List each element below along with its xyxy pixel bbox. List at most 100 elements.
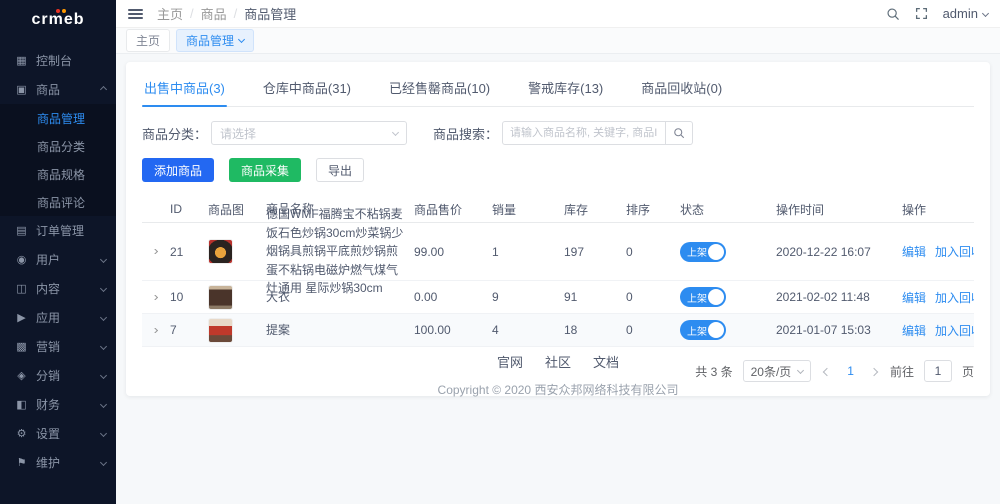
copyright-text: Copyright © 2020 西安众邦网络科技有限公司 [116, 381, 1000, 398]
app-icon: ▶ [14, 311, 29, 324]
search-icon [673, 127, 685, 139]
action-buttons: 添加商品 商品采集 导出 [142, 158, 974, 182]
cell-time: 2021-02-02 11:48 [772, 290, 898, 304]
status-toggle[interactable]: 上架 [680, 287, 726, 307]
maintenance-icon: ⚑ [14, 456, 29, 469]
sidebar-item-label: 控制台 [36, 52, 72, 69]
category-filter-label: 商品分类： [142, 124, 207, 143]
hamburger-menu-icon[interactable] [128, 7, 143, 21]
col-header-status: 状态 [676, 201, 772, 218]
sidebar-item-label: 商品管理 [37, 110, 85, 127]
breadcrumb-home[interactable]: 主页 [157, 4, 183, 23]
search-submit-button[interactable] [666, 121, 693, 145]
footer-links: 官网 社区 文档 [116, 352, 1000, 371]
main-content: 出售中商品(3) 仓库中商品(31) 已经售罄商品(10) 警戒库存(13) 商… [116, 54, 1000, 504]
finance-icon: ◧ [14, 398, 29, 411]
sidebar-item-distribution[interactable]: ◈ 分销 [0, 361, 116, 390]
add-goods-button[interactable]: 添加商品 [142, 158, 214, 182]
chevron-down-icon [100, 256, 107, 263]
cell-sort: 0 [622, 290, 676, 304]
sidebar-item-label: 内容 [36, 280, 60, 297]
sidebar-item-maintenance[interactable]: ⚑ 维护 [0, 448, 116, 477]
sidebar-item-dashboard[interactable]: ▦ 控制台 [0, 46, 116, 75]
table-row: 7 提案 100.00 4 18 0 上架 2021-01-07 15:03 编… [142, 314, 974, 347]
search-icon[interactable] [886, 7, 900, 21]
edit-link[interactable]: 编辑 [902, 289, 926, 306]
breadcrumb-separator: / [190, 6, 194, 21]
cell-stock: 197 [560, 245, 622, 259]
toggle-knob [708, 289, 724, 305]
expand-row-icon[interactable] [150, 249, 157, 254]
sidebar-item-label: 营销 [36, 338, 60, 355]
chevron-up-icon [100, 86, 107, 93]
status-toggle[interactable]: 上架 [680, 320, 726, 340]
expand-row-icon[interactable] [150, 295, 157, 300]
sidebar-item-label: 商品规格 [37, 166, 85, 183]
sidebar-item-finance[interactable]: ◧ 财务 [0, 390, 116, 419]
sidebar-menu: ▦ 控制台 ▣ 商品 商品管理 商品分类 商品规格 商品评论 ▤ 订单管理 ◉ … [0, 40, 116, 477]
sidebar-item-orders[interactable]: ▤ 订单管理 [0, 216, 116, 245]
cell-sort: 0 [622, 323, 676, 337]
cell-id: 21 [166, 245, 204, 259]
sidebar-item-label: 设置 [36, 425, 60, 442]
sidebar-item-label: 维护 [36, 454, 60, 471]
sidebar-item-goods-spec[interactable]: 商品规格 [0, 160, 116, 188]
footer-link-docs[interactable]: 文档 [593, 352, 619, 371]
breadcrumb-goods[interactable]: 商品 [201, 4, 227, 23]
content-icon: ◫ [14, 282, 29, 295]
col-header-stock: 库存 [560, 201, 622, 218]
cell-sort: 0 [622, 245, 676, 259]
recycle-link[interactable]: 加入回收站 [935, 322, 974, 339]
sidebar-item-content[interactable]: ◫ 内容 [0, 274, 116, 303]
export-button[interactable]: 导出 [316, 158, 364, 182]
footer-link-community[interactable]: 社区 [545, 352, 571, 371]
fullscreen-icon[interactable] [915, 7, 928, 20]
product-thumbnail[interactable] [208, 239, 233, 264]
sidebar-item-goods-manage[interactable]: 商品管理 [0, 104, 116, 132]
chevron-down-icon [100, 401, 107, 408]
tab-low-stock[interactable]: 警戒库存(13) [526, 74, 605, 106]
app-logo[interactable]: crmeb [0, 0, 116, 40]
goods-panel: 出售中商品(3) 仓库中商品(31) 已经售罄商品(10) 警戒库存(13) 商… [126, 62, 990, 396]
status-toggle[interactable]: 上架 [680, 242, 726, 262]
tab-on-sale[interactable]: 出售中商品(3) [142, 74, 227, 106]
chevron-down-icon [100, 343, 107, 350]
cell-price: 99.00 [410, 245, 488, 259]
chevron-down-icon [100, 314, 107, 321]
user-menu[interactable]: admin [943, 6, 988, 21]
sidebar-item-users[interactable]: ◉ 用户 [0, 245, 116, 274]
cell-stock: 18 [560, 323, 622, 337]
sidebar-item-marketing[interactable]: ▩ 营销 [0, 332, 116, 361]
tab-in-warehouse[interactable]: 仓库中商品(31) [261, 74, 353, 106]
sidebar: crmeb ▦ 控制台 ▣ 商品 商品管理 商品分类 商品规格 商品评论 ▤ 订… [0, 0, 116, 504]
cell-time: 2020-12-22 16:07 [772, 245, 898, 259]
recycle-link[interactable]: 加入回收站 [935, 243, 974, 260]
sidebar-item-goods-review[interactable]: 商品评论 [0, 188, 116, 216]
col-header-ops: 操作 [898, 201, 974, 218]
sidebar-item-goods[interactable]: ▣ 商品 [0, 75, 116, 104]
footer-link-official[interactable]: 官网 [497, 352, 523, 371]
sidebar-item-apps[interactable]: ▶ 应用 [0, 303, 116, 332]
logo-text: crmeb [31, 11, 84, 29]
chevron-down-icon [100, 285, 107, 292]
goods-search-input[interactable] [502, 121, 666, 145]
sidebar-item-settings[interactable]: ⚙ 设置 [0, 419, 116, 448]
product-thumbnail[interactable] [208, 318, 233, 343]
breadcrumb: 主页 / 商品 / 商品管理 [157, 4, 296, 23]
tab-tag-home[interactable]: 主页 [126, 29, 170, 52]
product-thumbnail[interactable] [208, 285, 233, 310]
tab-recycle-bin[interactable]: 商品回收站(0) [639, 74, 724, 106]
cell-price: 0.00 [410, 290, 488, 304]
edit-link[interactable]: 编辑 [902, 322, 926, 339]
tab-tag-goods-manage[interactable]: 商品管理 [176, 29, 254, 52]
recycle-link[interactable]: 加入回收站 [935, 289, 974, 306]
expand-row-icon[interactable] [150, 328, 157, 333]
collect-goods-button[interactable]: 商品采集 [229, 158, 301, 182]
status-label: 上架 [687, 290, 707, 305]
tab-sold-out[interactable]: 已经售罄商品(10) [387, 74, 492, 106]
edit-link[interactable]: 编辑 [902, 243, 926, 260]
toggle-knob [708, 322, 724, 338]
category-select[interactable]: 请选择 [211, 121, 407, 145]
sidebar-item-goods-category[interactable]: 商品分类 [0, 132, 116, 160]
chevron-down-icon [238, 36, 245, 43]
